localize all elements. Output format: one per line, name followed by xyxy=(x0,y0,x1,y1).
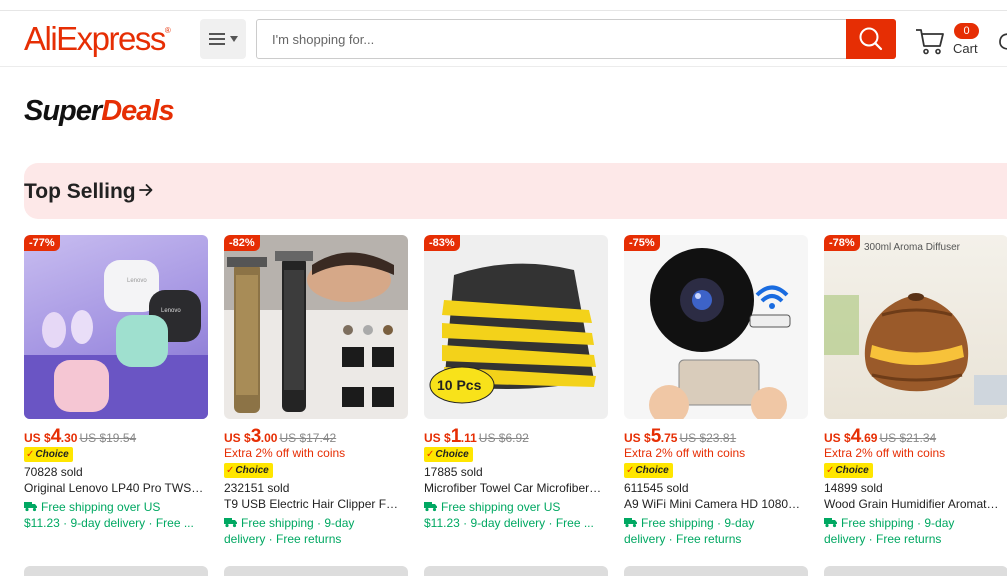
shipping-info: Free shipping over US $11.23 · 9-day deli… xyxy=(424,500,594,530)
product-card[interactable]: 300ml Aroma Diffuser -78% US $4.69 US $21… xyxy=(824,235,1007,547)
page-title: SuperDeals xyxy=(24,95,175,128)
logo-text: AliExpress xyxy=(24,20,166,57)
wireless-earbuds-image[interactable]: Lenovo Lenovo -77% xyxy=(24,235,208,419)
section-label: Top Selling xyxy=(24,180,136,203)
discount-badge: -77% xyxy=(24,235,60,251)
sold-count: 611545 sold xyxy=(624,481,689,495)
original-price: US $21.34 xyxy=(879,431,937,445)
discount-badge: -83% xyxy=(424,235,460,251)
next-row-product-image[interactable] xyxy=(824,566,1007,576)
arrow-right-icon xyxy=(139,184,153,196)
product-title[interactable]: Wood Grain Humidifier Aromatherapy xyxy=(824,497,1004,511)
coins-offer: Extra 2% off with coins xyxy=(224,446,346,460)
search-button[interactable] xyxy=(846,19,896,59)
aliexpress-logo[interactable]: AliExpress® xyxy=(24,20,171,58)
truck-icon xyxy=(624,518,637,528)
search-bar xyxy=(256,19,896,59)
logo-registered-mark: ® xyxy=(164,26,171,35)
svg-text:Lenovo: Lenovo xyxy=(127,278,147,284)
product-card[interactable]: -75% US $5.75 US $23.81 Extra 2% off with… xyxy=(624,235,808,547)
header: AliExpress® 0 Cart xyxy=(0,11,1007,67)
original-price: US $6.92 xyxy=(478,431,529,445)
hair-clipper-image[interactable]: -82% xyxy=(224,235,408,419)
cart-label: Cart xyxy=(953,41,978,56)
chat-icon[interactable] xyxy=(998,31,1007,55)
aroma-diffuser-image[interactable]: 300ml Aroma Diffuser -78% xyxy=(824,235,1007,419)
next-row-product-image[interactable] xyxy=(624,566,808,576)
shipping-info: Free shipping · 9-day delivery · Free ret… xyxy=(624,516,755,546)
original-price: US $19.54 xyxy=(79,431,137,445)
product-title[interactable]: A9 WiFi Mini Camera HD 1080P Wireless xyxy=(624,497,804,511)
price: US $3.00 US $17.42 xyxy=(224,426,337,447)
original-price: US $17.42 xyxy=(279,431,337,445)
price: US $4.69 US $21.34 xyxy=(824,426,937,447)
shipping-info: Free shipping over US $11.23 · 9-day deli… xyxy=(24,500,194,530)
product-card[interactable]: 10 Pcs -83% US $1.11 US $6.92 ✓Choice 178… xyxy=(424,235,608,531)
image-label: 10 Pcs xyxy=(437,377,482,393)
image-label: 300ml Aroma Diffuser xyxy=(864,242,961,253)
microfiber-towel-image[interactable]: 10 Pcs -83% xyxy=(424,235,608,419)
shipping-info: Free shipping · 9-day delivery · Free ret… xyxy=(224,516,355,546)
next-row-product-image[interactable] xyxy=(24,566,208,576)
truck-icon xyxy=(224,518,237,528)
choice-badge: ✓Choice xyxy=(424,447,473,462)
discount-badge: -75% xyxy=(624,235,660,251)
product-card[interactable]: -82% US $3.00 US $17.42 Extra 2% off with… xyxy=(224,235,408,547)
price: US $5.75 US $23.81 xyxy=(624,426,737,447)
product-title[interactable]: Microfiber Towel Car Microfiber Cloth xyxy=(424,481,604,495)
cart-count-badge: 0 xyxy=(954,23,979,39)
price: US $4.30 US $19.54 xyxy=(24,426,137,447)
chevron-down-icon xyxy=(229,36,238,42)
cart-button[interactable]: 0 Cart xyxy=(914,21,984,61)
categories-menu-button[interactable] xyxy=(200,19,246,59)
shipping-info: Free shipping · 9-day delivery · Free ret… xyxy=(824,516,955,546)
svg-text:Lenovo: Lenovo xyxy=(161,308,181,314)
next-row-product-image[interactable] xyxy=(224,566,408,576)
choice-badge: ✓Choice xyxy=(824,463,873,478)
sold-count: 17885 sold xyxy=(424,465,483,479)
next-row-product-image[interactable] xyxy=(424,566,608,576)
truck-icon xyxy=(824,518,837,528)
discount-badge: -78% xyxy=(824,235,860,251)
mini-camera-image[interactable]: -75% xyxy=(624,235,808,419)
title-super: Super xyxy=(24,95,102,127)
choice-badge: ✓Choice xyxy=(624,463,673,478)
hamburger-icon xyxy=(208,33,225,45)
discount-badge: -82% xyxy=(224,235,260,251)
title-deals: Deals xyxy=(101,95,174,127)
cart-icon xyxy=(916,29,944,55)
choice-badge: ✓Choice xyxy=(24,447,73,462)
sold-count: 232151 sold xyxy=(224,481,290,495)
search-input[interactable] xyxy=(257,20,845,58)
product-title[interactable]: Original Lenovo LP40 Pro TWS Earphones xyxy=(24,481,204,495)
search-icon xyxy=(859,27,883,51)
product-card[interactable]: Lenovo Lenovo -77% US $4.30 US $19.54 ✓Ch… xyxy=(24,235,208,531)
choice-badge: ✓Choice xyxy=(224,463,273,478)
sold-count: 70828 sold xyxy=(24,465,83,479)
price: US $1.11 US $6.92 xyxy=(424,426,529,447)
sold-count: 14899 sold xyxy=(824,481,883,495)
coins-offer: Extra 2% off with coins xyxy=(824,446,946,460)
coins-offer: Extra 2% off with coins xyxy=(624,446,746,460)
truck-icon xyxy=(424,502,437,512)
product-title[interactable]: T9 USB Electric Hair Clipper For Men xyxy=(224,497,404,511)
truck-icon xyxy=(24,502,37,512)
original-price: US $23.81 xyxy=(679,431,737,445)
top-selling-banner[interactable]: Top Selling xyxy=(24,163,1007,219)
